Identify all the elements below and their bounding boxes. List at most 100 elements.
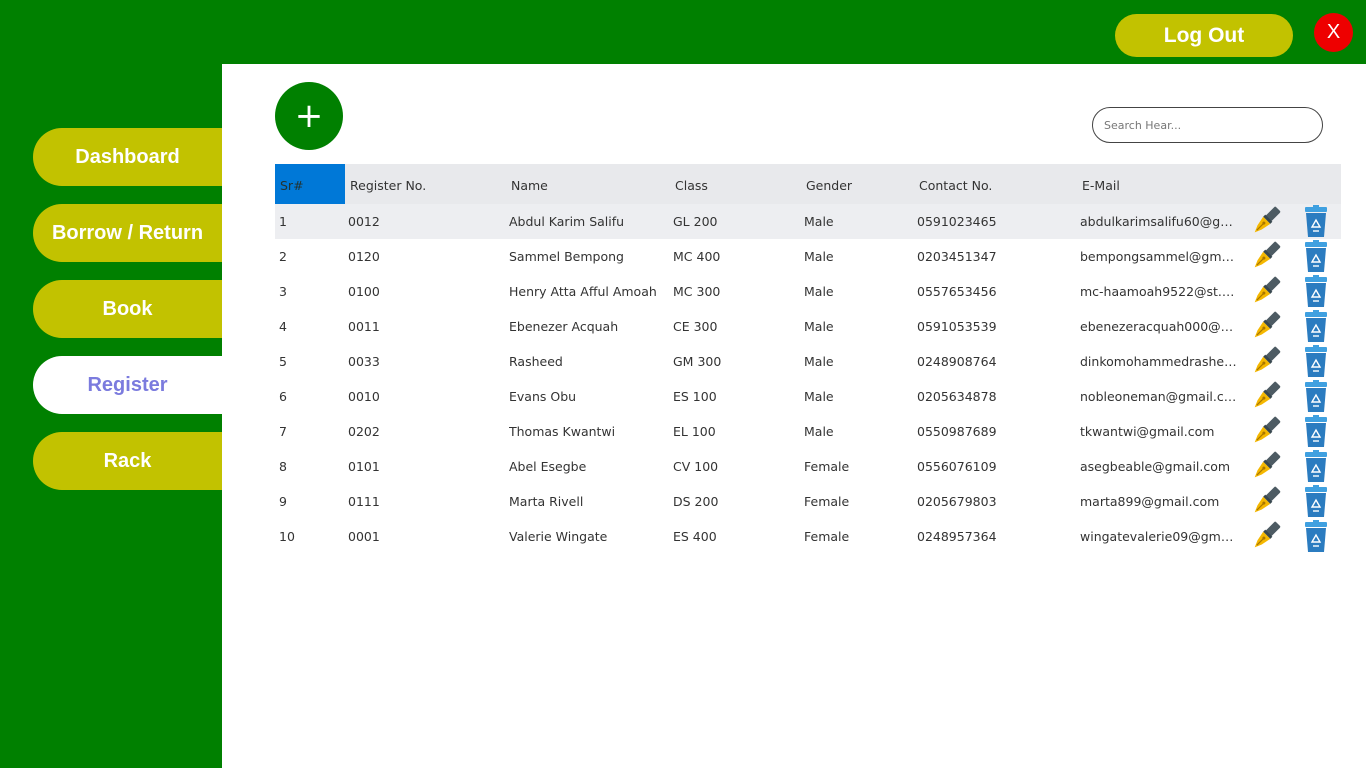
- table-row[interactable]: 10 0001 Valerie Wingate ES 400 Female 0248957…: [275, 519, 1341, 554]
- cell-register-no: 0010: [348, 389, 380, 404]
- recycle-bin-icon[interactable]: [1304, 485, 1328, 518]
- recycle-bin-icon[interactable]: [1304, 520, 1328, 553]
- recycle-bin-icon[interactable]: [1304, 205, 1328, 238]
- cell-email: asegbeable@gmail.com: [1080, 459, 1231, 474]
- cell-class: GM 300: [673, 354, 722, 369]
- cell-email: tkwantwi@gmail.com: [1080, 424, 1215, 439]
- close-button[interactable]: X: [1314, 13, 1353, 52]
- cell-register-no: 0101: [348, 459, 380, 474]
- fountain-pen-icon[interactable]: [1250, 519, 1282, 554]
- logout-button[interactable]: Log Out: [1115, 14, 1293, 57]
- recycle-bin-icon[interactable]: [1304, 380, 1328, 413]
- cell-sr: 4: [279, 319, 287, 334]
- cell-gender: Female: [804, 459, 850, 474]
- table-row[interactable]: 6 0010 Evans Obu ES 100 Male 0205634878 nobleo…: [275, 379, 1341, 414]
- fountain-pen-icon[interactable]: [1250, 484, 1282, 519]
- cell-class: MC 300: [673, 284, 721, 299]
- table-row[interactable]: 3 0100 Henry Atta Afful Amoah MC 300 Male 055…: [275, 274, 1341, 309]
- recycle-bin-icon[interactable]: [1304, 415, 1328, 448]
- cell-contact: 0591023465: [917, 214, 997, 229]
- cell-gender: Male: [804, 389, 834, 404]
- column-header-register-no[interactable]: Register No.: [350, 164, 426, 204]
- nav-dashboard[interactable]: Dashboard: [33, 128, 222, 186]
- table-row[interactable]: 7 0202 Thomas Kwantwi EL 100 Male 0550987689 t…: [275, 414, 1341, 449]
- fountain-pen-icon[interactable]: [1250, 414, 1282, 449]
- cell-gender: Male: [804, 249, 834, 264]
- add-register-button[interactable]: +: [275, 82, 343, 150]
- cell-name: Sammel Bempong: [509, 249, 624, 264]
- table-row[interactable]: 2 0120 Sammel Bempong MC 400 Male 0203451347 b…: [275, 239, 1341, 274]
- cell-sr: 5: [279, 354, 287, 369]
- cell-name: Evans Obu: [509, 389, 577, 404]
- fountain-pen-icon[interactable]: [1250, 204, 1282, 239]
- cell-class: CE 300: [673, 319, 718, 334]
- cell-sr: 8: [279, 459, 287, 474]
- cell-email: dinkomohammedrashee...: [1080, 354, 1240, 369]
- cell-contact: 0550987689: [917, 424, 997, 439]
- cell-class: ES 400: [673, 529, 717, 544]
- cell-email: wingatevalerie09@gmail....: [1080, 529, 1240, 544]
- cell-register-no: 0202: [348, 424, 380, 439]
- cell-sr: 10: [279, 529, 295, 544]
- cell-gender: Male: [804, 424, 834, 439]
- cell-email: bempongsammel@gmail....: [1080, 249, 1240, 264]
- nav-borrow-return[interactable]: Borrow / Return: [33, 204, 222, 262]
- fountain-pen-icon[interactable]: [1250, 379, 1282, 414]
- table-header: Sr# Register No. Name Class Gender Conta…: [275, 164, 1341, 204]
- recycle-bin-icon[interactable]: [1304, 310, 1328, 343]
- cell-contact: 0248908764: [917, 354, 997, 369]
- cell-register-no: 0012: [348, 214, 380, 229]
- table-row[interactable]: 8 0101 Abel Esegbe CV 100 Female 0556076109 as…: [275, 449, 1341, 484]
- cell-email: marta899@gmail.com: [1080, 494, 1220, 509]
- cell-name: Marta Rivell: [509, 494, 584, 509]
- cell-contact: 0203451347: [917, 249, 997, 264]
- nav-register[interactable]: Register: [33, 356, 222, 414]
- fountain-pen-icon[interactable]: [1250, 274, 1282, 309]
- cell-contact: 0556076109: [917, 459, 997, 474]
- column-header-class[interactable]: Class: [675, 164, 708, 204]
- cell-register-no: 0033: [348, 354, 380, 369]
- cell-email: ebenezeracquah000@g...: [1080, 319, 1240, 334]
- table-row[interactable]: 9 0111 Marta Rivell DS 200 Female 0205679803 m…: [275, 484, 1341, 519]
- cell-sr: 9: [279, 494, 287, 509]
- cell-register-no: 0001: [348, 529, 380, 544]
- cell-sr: 7: [279, 424, 287, 439]
- column-header-sr[interactable]: Sr#: [275, 164, 345, 204]
- cell-email: nobleoneman@gmail.com: [1080, 389, 1240, 404]
- column-header-email[interactable]: E-Mail: [1082, 164, 1120, 204]
- column-header-contact[interactable]: Contact No.: [919, 164, 992, 204]
- search-input[interactable]: [1092, 107, 1323, 143]
- cell-class: EL 100: [673, 424, 716, 439]
- cell-contact: 0205679803: [917, 494, 997, 509]
- cell-class: MC 400: [673, 249, 721, 264]
- cell-name: Ebenezer Acquah: [509, 319, 619, 334]
- cell-gender: Male: [804, 284, 834, 299]
- column-header-gender[interactable]: Gender: [806, 164, 852, 204]
- table-row[interactable]: 1 0012 Abdul Karim Salifu GL 200 Male 0591023…: [275, 204, 1341, 239]
- recycle-bin-icon[interactable]: [1304, 345, 1328, 378]
- main-panel: + Sr# Register No. Name Class Gender Con…: [222, 64, 1366, 768]
- nav-rack[interactable]: Rack: [33, 432, 222, 490]
- cell-gender: Male: [804, 354, 834, 369]
- recycle-bin-icon[interactable]: [1304, 275, 1328, 308]
- table-row[interactable]: 5 0033 Rasheed GM 300 Male 0248908764 dinkomoh…: [275, 344, 1341, 379]
- register-table: Sr# Register No. Name Class Gender Conta…: [275, 164, 1341, 554]
- table-row[interactable]: 4 0011 Ebenezer Acquah CE 300 Male 0591053539…: [275, 309, 1341, 344]
- cell-gender: Male: [804, 319, 834, 334]
- fountain-pen-icon[interactable]: [1250, 449, 1282, 484]
- column-header-name[interactable]: Name: [511, 164, 548, 204]
- cell-name: Henry Atta Afful Amoah: [509, 284, 657, 299]
- cell-register-no: 0011: [348, 319, 380, 334]
- cell-class: CV 100: [673, 459, 719, 474]
- nav-book[interactable]: Book: [33, 280, 222, 338]
- cell-contact: 0557653456: [917, 284, 997, 299]
- fountain-pen-icon[interactable]: [1250, 344, 1282, 379]
- cell-email: abdulkarimsalifu60@gma...: [1080, 214, 1240, 229]
- recycle-bin-icon[interactable]: [1304, 240, 1328, 273]
- cell-name: Abel Esegbe: [509, 459, 587, 474]
- cell-name: Valerie Wingate: [509, 529, 608, 544]
- fountain-pen-icon[interactable]: [1250, 239, 1282, 274]
- cell-name: Abdul Karim Salifu: [509, 214, 625, 229]
- recycle-bin-icon[interactable]: [1304, 450, 1328, 483]
- fountain-pen-icon[interactable]: [1250, 309, 1282, 344]
